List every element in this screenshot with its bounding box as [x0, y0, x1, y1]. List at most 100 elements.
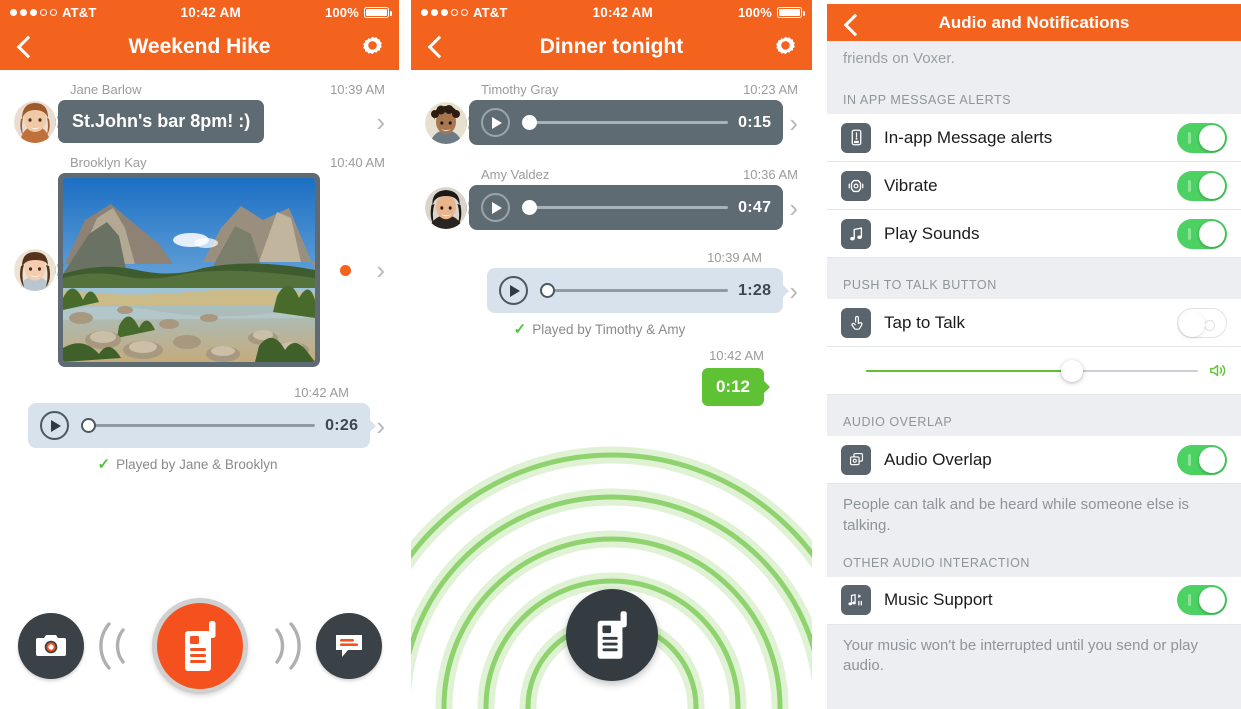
push-to-talk-button[interactable] — [151, 598, 248, 694]
volume-slider[interactable] — [866, 359, 1198, 382]
gear-icon[interactable] — [360, 35, 385, 60]
section-header-push-to-talk-button: PUSH TO TALK BUTTON — [827, 258, 1241, 300]
audio-player[interactable]: 0:47 — [469, 185, 784, 230]
status-bar-left: AT&T — [421, 5, 508, 20]
back-chevron-icon[interactable] — [14, 36, 36, 58]
message-chevron-icon[interactable]: › — [783, 110, 798, 136]
phone-screen-conversation-weekend-hike: AT&T 10:42 AM 100% Weekend Hike Jane Bar… — [0, 0, 399, 709]
bottom-toolbar — [0, 583, 399, 709]
play-icon[interactable] — [499, 276, 528, 305]
audio-duration: 0:15 — [738, 113, 772, 131]
back-chevron-icon[interactable] — [841, 14, 859, 32]
settings-row-in-app-message-alerts[interactable]: In-app Message alerts — [827, 114, 1241, 163]
settings-row-audio-overlap[interactable]: Audio Overlap — [827, 436, 1241, 485]
audio-player[interactable]: 0:15 — [469, 100, 784, 145]
camera-button[interactable] — [17, 613, 84, 679]
scrubber-handle[interactable] — [522, 115, 537, 130]
settings-row-volume-slider[interactable] — [827, 347, 1241, 396]
settings-row-music-support[interactable]: Music Support — [827, 576, 1241, 625]
vibrate-icon — [841, 170, 871, 201]
message-alert-icon — [841, 122, 871, 153]
text-message-button[interactable] — [315, 613, 382, 679]
message-meta: 10:42 AM — [14, 385, 385, 403]
settings-row-vibrate[interactable]: Vibrate — [827, 162, 1241, 211]
avatar[interactable] — [425, 101, 467, 144]
scrubber-handle[interactable] — [81, 418, 96, 433]
recording-walkie-talkie-button[interactable] — [565, 589, 658, 681]
clock-label: 10:42 AM — [180, 4, 241, 20]
message-meta: Amy Valdez 10:36 AM — [425, 167, 798, 185]
toggle-vibrate[interactable] — [1177, 170, 1227, 201]
audio-player[interactable]: 0:26 — [28, 403, 371, 448]
sender-name: Timothy Gray — [481, 82, 559, 97]
walkie-talkie-icon — [184, 621, 215, 671]
read-receipt-label: Played by Timothy & Amy — [532, 321, 686, 337]
top-note-text: friends on Voxer. — [827, 41, 1241, 84]
carrier-label: AT&T — [62, 4, 97, 20]
music-controls-icon — [841, 585, 871, 616]
message-item-audio-outgoing[interactable]: 10:39 AM 1:28 › ✓ Played by Timothy & Am… — [411, 250, 812, 338]
recording-time-meta: 10:42 AM — [411, 348, 812, 366]
play-icon[interactable] — [481, 108, 510, 137]
message-time: 10:23 AM — [743, 82, 798, 97]
play-icon[interactable] — [40, 411, 69, 440]
message-chevron-icon[interactable]: › — [370, 257, 385, 283]
message-chevron-icon[interactable]: › — [370, 109, 385, 135]
read-receipt: ✓ Played by Timothy & Amy — [425, 320, 798, 338]
play-icon[interactable] — [481, 193, 510, 222]
back-chevron-icon[interactable] — [425, 36, 447, 58]
message-time: 10:42 AM — [294, 385, 349, 400]
audio-scrubber[interactable] — [540, 283, 729, 299]
settings-list[interactable]: friends on Voxer. IN APP MESSAGE ALERTS … — [827, 41, 1241, 709]
section-header-audio-overlap: AUDIO OVERLAP — [827, 395, 1241, 437]
toggle-play-sounds[interactable] — [1177, 218, 1227, 249]
message-item-image[interactable]: Brooklyn Kay 10:40 AM › — [0, 155, 399, 367]
page-title: Weekend Hike — [128, 35, 271, 58]
signal-strength-icon — [421, 8, 468, 16]
audio-player[interactable]: 1:28 — [487, 268, 784, 313]
message-meta: Timothy Gray 10:23 AM — [425, 82, 798, 100]
clock-label: 10:42 AM — [592, 4, 653, 20]
toggle-tap-to-talk[interactable] — [1177, 307, 1227, 338]
settings-row-tap-to-talk[interactable]: Tap to Talk — [827, 299, 1241, 348]
message-item-text[interactable]: Jane Barlow 10:39 AM St.John's bar 8pm! … — [0, 82, 399, 143]
description-audio-overlap: People can talk and be heard while someo… — [827, 484, 1241, 550]
audio-duration: 0:26 — [325, 416, 359, 434]
scrubber-handle[interactable] — [522, 200, 537, 215]
phone-screen-settings-audio-notifications: Audio and Notifications friends on Voxer… — [827, 0, 1241, 709]
recording-timer-area: 10:42 AM 0:12 — [411, 348, 812, 406]
sender-name: Amy Valdez — [481, 167, 550, 182]
toggle-music-support[interactable] — [1177, 585, 1227, 616]
volume-slider-handle — [1060, 359, 1083, 382]
scrubber-handle[interactable] — [540, 283, 555, 298]
message-bubble-image[interactable] — [58, 173, 320, 367]
message-item-audio-outgoing[interactable]: 10:42 AM 0:26 › ✓ Played by Jane & Brook… — [0, 385, 399, 473]
audio-scrubber[interactable] — [522, 200, 729, 216]
status-bar: AT&T 10:42 AM 100% — [0, 0, 399, 24]
nav-bar: Weekend Hike — [0, 24, 399, 70]
message-item-audio-incoming[interactable]: Timothy Gray 10:23 AM 0:15 › — [411, 82, 812, 145]
message-bubble[interactable]: St.John's bar 8pm! :) — [58, 100, 265, 143]
nav-bar: Dinner tonight — [411, 24, 812, 70]
sound-wave-left-icon — [84, 618, 136, 674]
settings-row-play-sounds[interactable]: Play Sounds — [827, 210, 1241, 259]
volume-speaker-icon — [1208, 361, 1227, 380]
recording-time-label: 10:42 AM — [709, 348, 764, 363]
music-note-icon — [841, 218, 871, 249]
avatar[interactable] — [425, 186, 467, 229]
message-chevron-icon[interactable]: › — [783, 195, 798, 221]
chat-bubble-icon — [335, 635, 362, 657]
audio-scrubber[interactable] — [81, 418, 316, 434]
message-row: › — [14, 173, 385, 367]
gear-icon[interactable] — [773, 35, 798, 60]
settings-row-label: Play Sounds — [884, 223, 980, 243]
message-row: 0:26 › — [14, 403, 385, 448]
read-receipt-label: Played by Jane & Brooklyn — [116, 456, 278, 472]
toggle-in-app-message-alerts[interactable] — [1177, 122, 1227, 153]
avatar[interactable] — [14, 100, 56, 143]
message-item-audio-incoming[interactable]: Amy Valdez 10:36 AM 0:47 › — [411, 167, 812, 230]
avatar[interactable] — [14, 249, 56, 291]
audio-scrubber[interactable] — [522, 115, 729, 131]
toggle-audio-overlap[interactable] — [1177, 444, 1227, 475]
sound-wave-right-icon — [264, 618, 316, 674]
